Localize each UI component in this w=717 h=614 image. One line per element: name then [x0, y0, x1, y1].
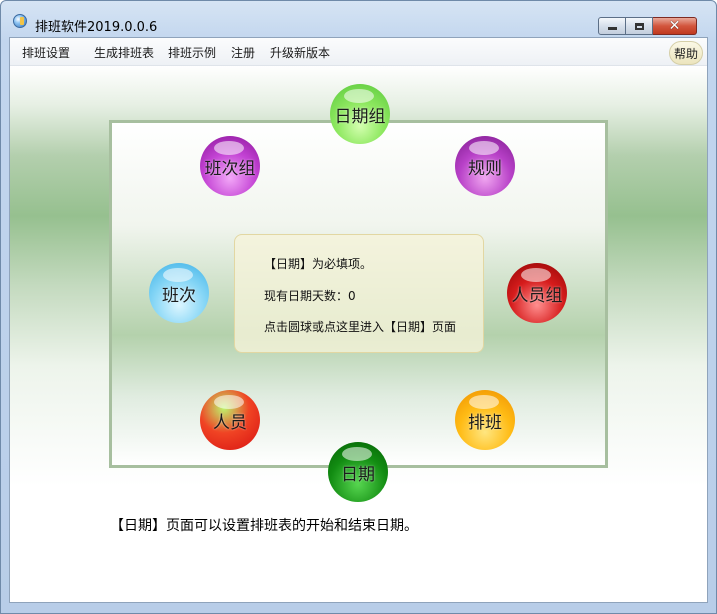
menu-generate-schedule[interactable]: 生成排班表	[94, 44, 154, 61]
info-box[interactable]: 【日期】为必填项。 现有日期天数：0 点击圆球或点这里进入【日期】页面	[234, 234, 484, 353]
shift-group-ball[interactable]: 班次组	[200, 136, 260, 196]
shift-group-label: 班次组	[204, 158, 256, 179]
menu-bar: 排班设置 生成排班表 排班示例 注册 升级新版本 帮助	[10, 38, 707, 66]
maximize-button[interactable]	[626, 17, 653, 35]
date-group-label: 日期组	[334, 106, 386, 127]
shift-label: 班次	[162, 285, 196, 306]
info-day-count: 现有日期天数：0	[264, 289, 356, 303]
shift-ball[interactable]: 班次	[149, 263, 209, 323]
page-description: 【日期】页面可以设置排班表的开始和结束日期。	[110, 518, 418, 534]
info-required: 【日期】为必填项。	[264, 257, 373, 271]
schedule-label: 排班	[468, 412, 502, 433]
menu-schedule-examples[interactable]: 排班示例	[168, 44, 216, 61]
schedule-ball[interactable]: 排班	[455, 390, 515, 450]
minimize-icon	[607, 27, 617, 30]
rules-ball[interactable]: 规则	[455, 136, 515, 196]
main-content: 【日期】为必填项。 现有日期天数：0 点击圆球或点这里进入【日期】页面 日期组 …	[10, 66, 707, 602]
date-ball[interactable]: 日期	[328, 442, 388, 502]
info-enter-hint[interactable]: 点击圆球或点这里进入【日期】页面	[264, 318, 456, 335]
staff-group-ball[interactable]: 人员组	[507, 263, 567, 323]
menu-upgrade[interactable]: 升级新版本	[270, 44, 330, 61]
date-group-ball[interactable]: 日期组	[330, 84, 390, 144]
staff-group-label: 人员组	[511, 285, 563, 306]
window-title: 排班软件2019.0.0.6	[35, 20, 158, 35]
rules-label: 规则	[468, 158, 502, 179]
title-bar: 排班软件2019.0.0.6 ✕	[1, 1, 716, 37]
date-label: 日期	[341, 464, 375, 485]
app-icon	[13, 14, 27, 28]
app-window: 排班软件2019.0.0.6 ✕ 排班设置 生成排班表 排班示例 注册 升级新版…	[0, 0, 717, 614]
staff-label: 人员	[213, 412, 247, 433]
staff-ball[interactable]: 人员	[200, 390, 260, 450]
menu-register[interactable]: 注册	[231, 44, 255, 61]
close-icon: ✕	[668, 18, 681, 34]
window-controls: ✕	[598, 17, 697, 35]
minimize-button[interactable]	[598, 17, 626, 35]
menu-schedule-settings[interactable]: 排班设置	[22, 44, 70, 61]
close-button[interactable]: ✕	[653, 17, 697, 35]
maximize-icon	[634, 22, 644, 30]
client-area: 排班设置 生成排班表 排班示例 注册 升级新版本 帮助 【日期】为必填项。 现有…	[9, 37, 708, 603]
help-button[interactable]: 帮助	[669, 41, 703, 65]
